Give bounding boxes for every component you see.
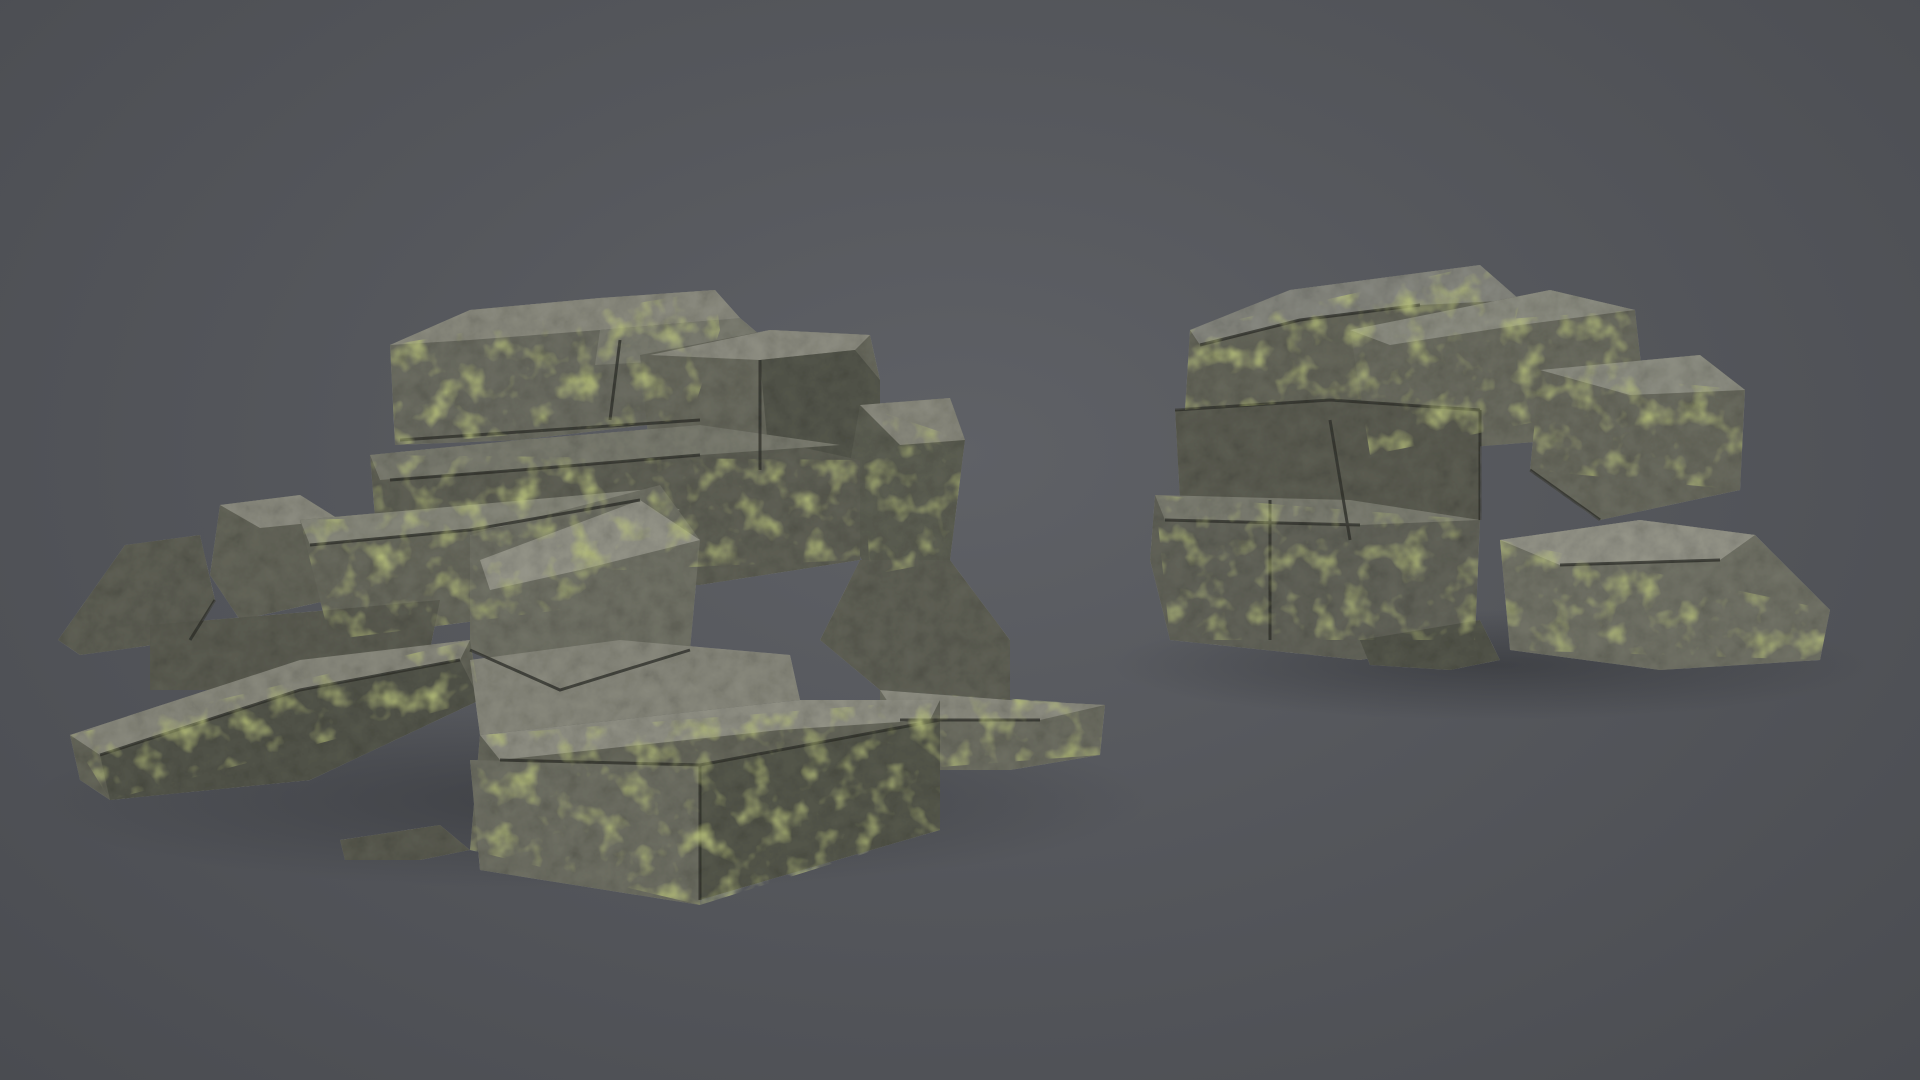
rock-render-canvas [30,265,1870,905]
small-rock-cluster [1150,265,1830,670]
render-viewport [0,0,1920,1080]
